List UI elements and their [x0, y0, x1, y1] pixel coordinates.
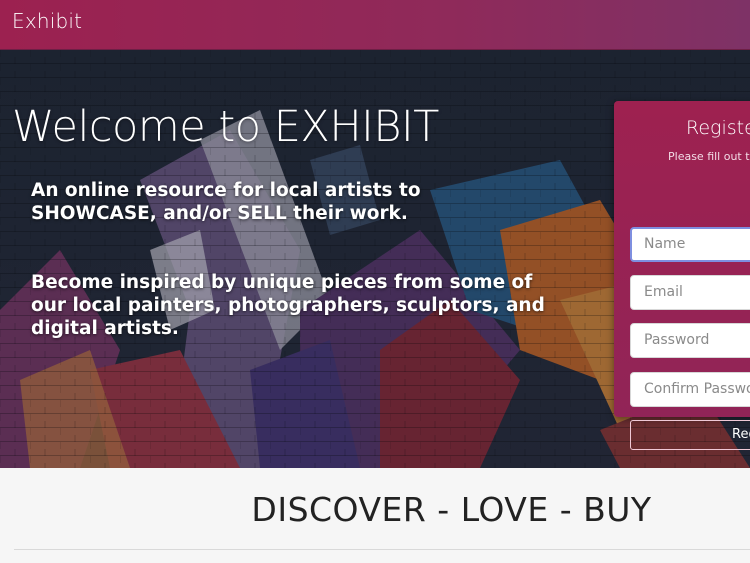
register-button[interactable]: Reg — [630, 420, 750, 450]
email-input[interactable]: Email — [630, 275, 750, 310]
hero-inspire-text: Become inspired by unique pieces from so… — [31, 272, 545, 339]
tagline-heading: DISCOVER - LOVE - BUY — [251, 490, 652, 529]
brand-logo-link[interactable]: Exhibit — [12, 9, 82, 33]
hero-section: Welcome to EXHIBIT An online resource fo… — [0, 50, 750, 468]
confirm-password-input[interactable]: Confirm Passwo — [630, 372, 750, 407]
top-navbar: Exhibit — [0, 0, 750, 50]
register-title: Registe — [686, 117, 750, 139]
name-input[interactable]: Name — [630, 227, 750, 262]
register-form-card: Registe Please fill out thi Name Email P… — [614, 101, 750, 450]
hero-intro-text: An online resource for local artists to … — [31, 180, 421, 224]
section-divider — [14, 549, 750, 550]
hero-title: Welcome to EXHIBIT — [12, 102, 439, 152]
register-subtitle: Please fill out thi — [668, 150, 750, 163]
password-input[interactable]: Password — [630, 323, 750, 358]
